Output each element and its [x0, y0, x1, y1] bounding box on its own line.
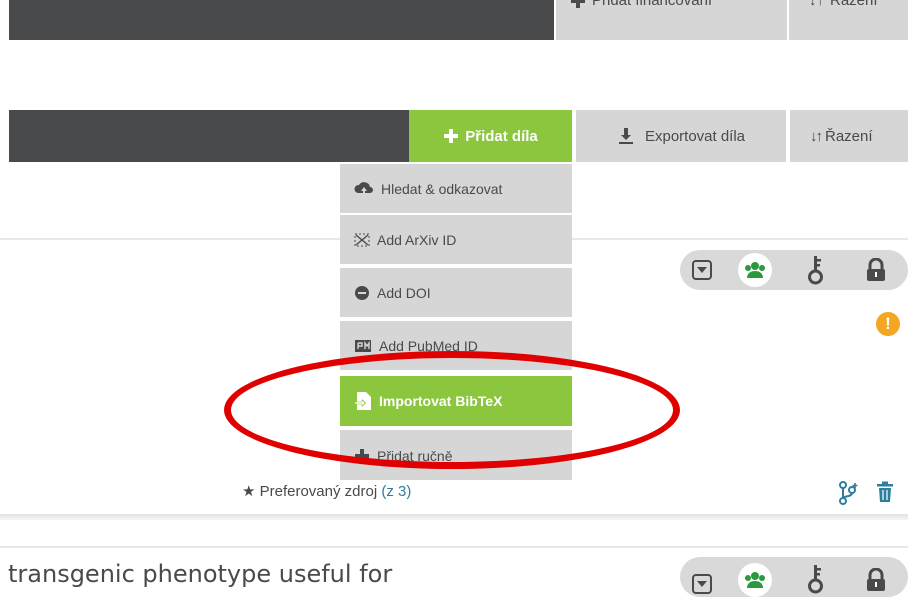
download-icon	[618, 128, 633, 144]
works-sort-button[interactable]: ↓↑ Řazení	[788, 110, 908, 162]
export-works-label: Exportovat díla	[644, 127, 746, 145]
menu-item-label: Add ArXiv ID	[377, 231, 457, 248]
lock-icon	[867, 257, 885, 281]
work-separator	[0, 514, 908, 520]
menu-item-label: Add PubMed ID	[379, 337, 478, 354]
plus-icon	[571, 0, 585, 8]
works-sort-label: Řazení	[825, 127, 873, 145]
privacy-public-option[interactable]	[738, 563, 772, 597]
works-toolbar-bar	[9, 110, 409, 162]
menu-item-label: Importovat BibTeX	[379, 393, 503, 409]
lock-icon	[867, 567, 885, 591]
caret-down-icon	[692, 260, 712, 280]
privacy-private-option[interactable]	[865, 257, 887, 287]
funding-toolbar-bar	[9, 0, 554, 40]
menu-item-add-arxiv[interactable]: Add ArXiv ID	[340, 213, 572, 264]
add-works-button[interactable]: Přidat díla	[409, 110, 572, 162]
privacy-dropdown-toggle[interactable]	[685, 567, 719, 597]
work-divider	[572, 238, 908, 240]
key-icon	[808, 565, 823, 594]
menu-item-add-pubmed[interactable]: Add PubMed ID	[340, 319, 572, 370]
arxiv-icon	[354, 233, 370, 246]
menu-item-import-bibtex[interactable]: Importovat BibTeX	[340, 374, 572, 426]
work-divider	[0, 238, 340, 240]
add-works-label: Přidat díla	[465, 127, 538, 145]
privacy-dropdown-toggle[interactable]	[685, 253, 719, 287]
funding-sort-label: Řazení	[830, 0, 878, 9]
add-works-menu: Hledat & odkazovat Add ArXiv ID Add DOI …	[340, 162, 572, 482]
plus-icon	[355, 449, 369, 463]
menu-item-search-link[interactable]: Hledat & odkazovat	[340, 162, 572, 213]
sources-count-link[interactable]: (z 3)	[381, 483, 411, 500]
group-icon	[745, 572, 765, 588]
import-file-icon	[354, 392, 371, 410]
funding-sort-button[interactable]: ↓↑ Řazení	[787, 0, 908, 40]
menu-item-label: Přidat ručně	[377, 448, 453, 464]
preferred-source-label: ★ Preferovaný zdroj	[242, 483, 378, 500]
warning-icon[interactable]: !	[876, 312, 900, 336]
trash-icon	[877, 481, 893, 502]
combine-works-button[interactable]	[838, 481, 860, 510]
privacy-limited-option[interactable]	[806, 564, 826, 597]
menu-item-label: Add DOI	[377, 284, 431, 301]
delete-work-button[interactable]	[876, 481, 894, 508]
menu-item-label: Hledat & odkazovat	[381, 180, 503, 197]
cloud-upload-icon	[354, 181, 373, 196]
privacy-private-option[interactable]	[865, 567, 887, 597]
work-divider	[0, 546, 908, 548]
merge-icon	[839, 481, 858, 505]
menu-item-add-manual[interactable]: Přidat ručně	[340, 428, 572, 480]
menu-item-add-doi[interactable]: Add DOI	[340, 266, 572, 317]
doi-icon	[355, 285, 369, 300]
export-works-button[interactable]: Exportovat díla	[574, 110, 786, 162]
work-title[interactable]: transgenic phenotype useful for	[8, 560, 392, 588]
privacy-limited-option[interactable]	[806, 255, 826, 290]
pubmed-icon	[355, 339, 371, 352]
sort-icon: ↓↑	[810, 127, 823, 145]
preferred-source: ★ Preferovaný zdroj (z 3)	[242, 482, 411, 500]
key-icon	[808, 256, 823, 285]
caret-down-icon	[692, 574, 712, 594]
add-funding-label: Přidat financování	[592, 0, 713, 9]
plus-icon	[444, 129, 459, 143]
add-funding-button[interactable]: Přidat financování	[554, 0, 787, 40]
sort-icon: ↓↑	[809, 0, 824, 9]
privacy-public-option[interactable]	[738, 253, 772, 287]
group-icon	[745, 262, 765, 278]
